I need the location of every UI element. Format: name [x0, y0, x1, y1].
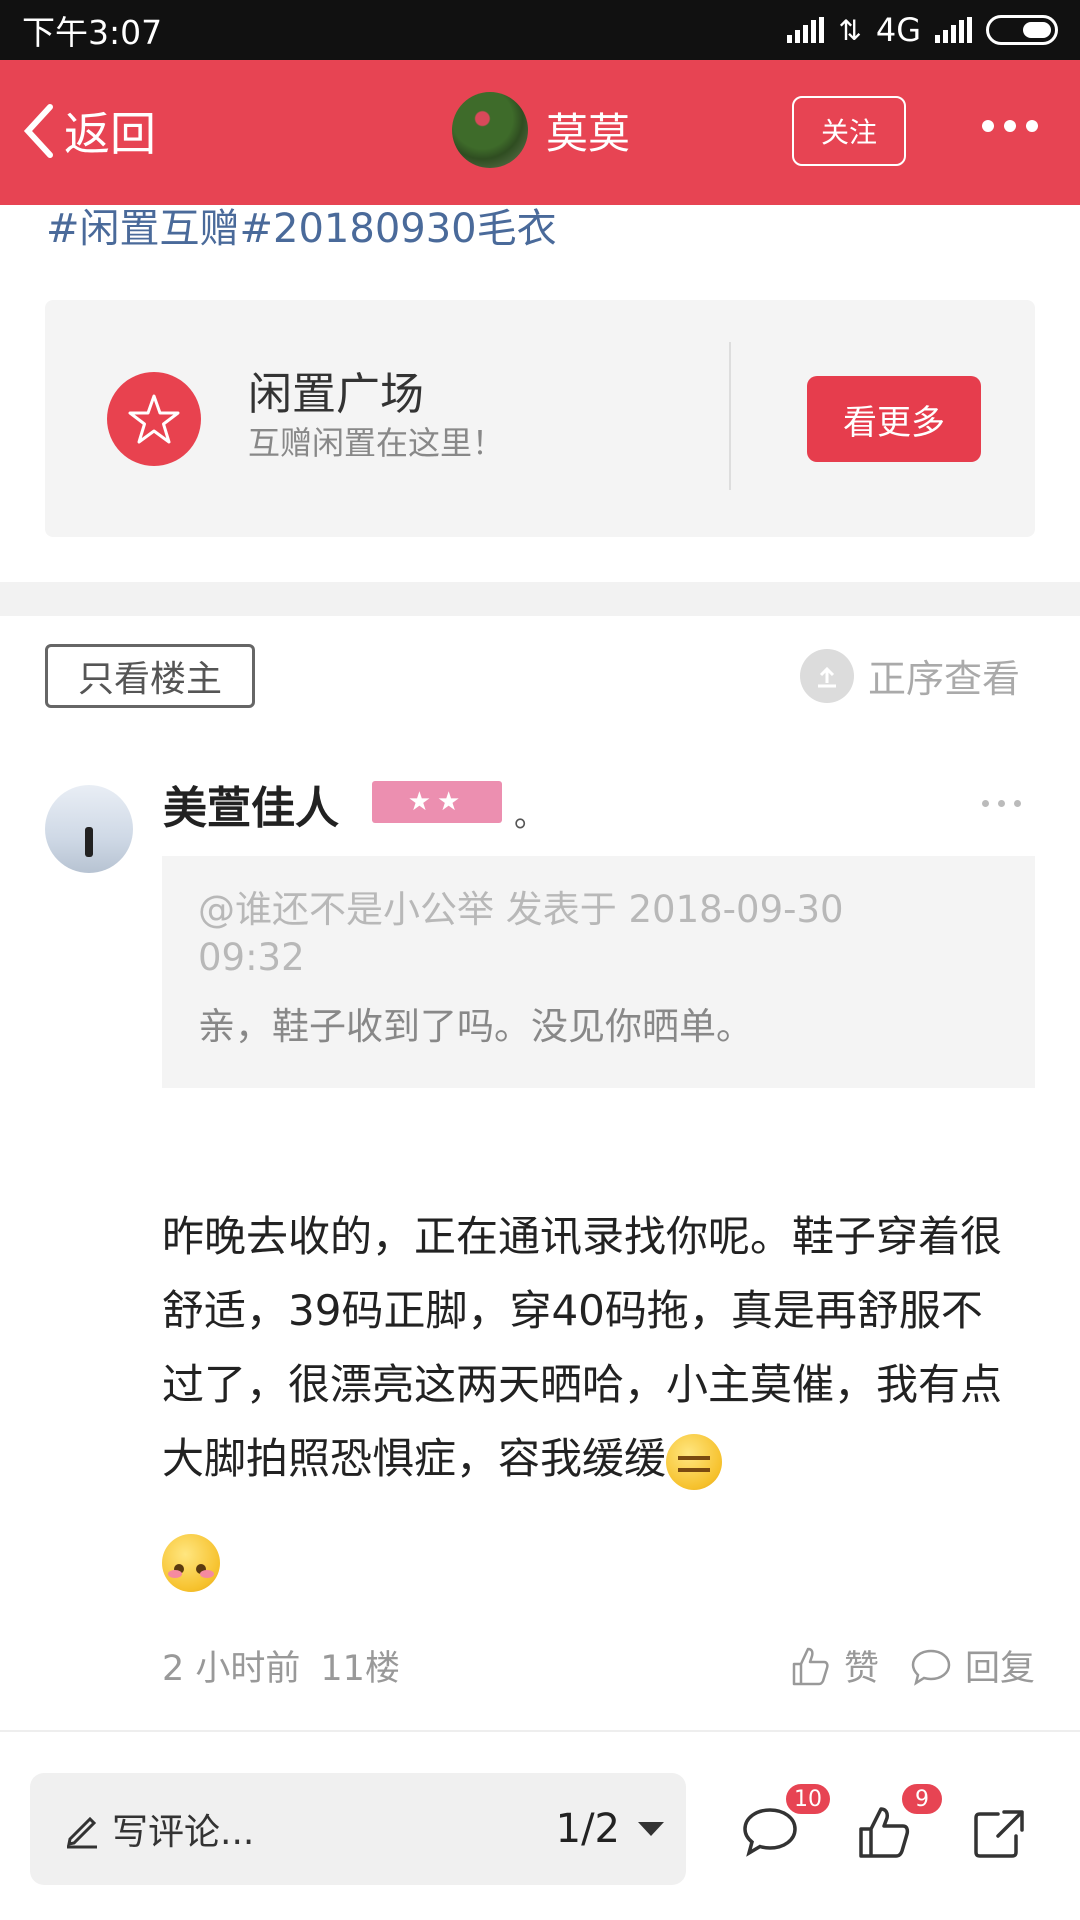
quote-meta: @谁还不是小公举 发表于 2018-09-30 09:32 [198, 888, 844, 979]
like-label: 赞 [843, 1649, 879, 1689]
write-comment-input[interactable]: 写评论... 1/2 [30, 1773, 686, 1885]
comment-text: 昨晚去收的，正在通讯录找你呢。鞋子穿着很舒适，39码正脚，穿40码拖，真是再舒服… [162, 1212, 1003, 1483]
status-time: 下午3:07 [22, 13, 163, 52]
like-button[interactable]: 赞 [788, 1640, 879, 1691]
sort-icon [800, 648, 854, 703]
caret-down-icon [638, 1822, 664, 1836]
top-nav-bar: 返回 莫莫 关注 [0, 60, 1080, 205]
header-user-name: 莫莫 [546, 108, 631, 158]
more-options-icon[interactable] [982, 120, 1038, 132]
share-icon[interactable] [968, 1802, 1028, 1862]
comment-avatar[interactable] [45, 785, 133, 873]
back-button[interactable]: 返回 [20, 98, 156, 164]
sort-order-label: 正序查看 [868, 657, 1021, 701]
comment-more-icon[interactable] [982, 800, 1021, 807]
comment-count-badge: 10 [784, 1782, 832, 1816]
signal-icon [787, 17, 825, 43]
star-icon [107, 372, 201, 466]
chat-bubble-icon [911, 1649, 951, 1686]
sort-order-toggle[interactable]: 正序查看 [800, 648, 1020, 703]
avatar [452, 92, 528, 168]
data-arrows-icon: ⇅ [838, 13, 862, 47]
divider [0, 1730, 1080, 1732]
network-type: 4G [875, 11, 921, 49]
reply-label: 回复 [964, 1649, 1035, 1689]
page-selector[interactable]: 1/2 [556, 1806, 664, 1852]
back-label: 返回 [64, 107, 156, 161]
bottom-bar: 写评论... 1/2 10 9 [0, 1748, 1080, 1920]
blush-emoji-icon [162, 1534, 220, 1592]
like-count-badge: 9 [900, 1782, 944, 1816]
quote-text: 亲，鞋子收到了吗。没见你晒单。 [198, 1005, 753, 1048]
status-bar: 下午3:07 ⇅ 4G [0, 0, 1080, 60]
follow-button[interactable]: 关注 [792, 96, 906, 166]
name-suffix: 。 [514, 796, 547, 834]
pencil-icon [67, 1816, 97, 1849]
thumbs-up-icon [792, 1647, 829, 1685]
chevron-left-icon [23, 104, 53, 158]
reply-button[interactable]: 回复 [909, 1640, 1035, 1691]
header-user[interactable]: 莫莫 [452, 92, 630, 168]
section-divider [0, 582, 1080, 616]
square-card[interactable]: 闲置广场 互赠闲置在这里！ 看更多 [45, 300, 1035, 537]
card-subtitle: 互赠闲置在这里！ [248, 424, 505, 462]
see-more-button[interactable]: 看更多 [807, 376, 981, 462]
comment-body: 昨晚去收的，正在通讯录找你呢。鞋子穿着很舒适，39码正脚，穿40码拖，真是再舒服… [162, 1200, 1012, 1496]
comment-floor: 11楼 [320, 1649, 400, 1689]
comment-author[interactable]: 美萱佳人 [163, 772, 339, 836]
cool-emoji-icon [666, 1433, 723, 1490]
comment-footer: 2 小时前 11楼 赞 回复 [162, 1640, 1035, 1691]
only-owner-button[interactable]: 只看楼主 [45, 644, 255, 708]
divider [729, 342, 731, 490]
quoted-reply: @谁还不是小公举 发表于 2018-09-30 09:32 亲，鞋子收到了吗。没… [162, 856, 1035, 1088]
write-comment-placeholder: 写评论... [112, 1812, 255, 1853]
page-indicator: 1/2 [555, 1806, 620, 1852]
topic-tag-link[interactable]: #闲置互赠#20180930毛衣 [46, 196, 557, 254]
battery-icon [986, 15, 1058, 45]
comment-time: 2 小时前 [162, 1649, 301, 1689]
level-badge: ★★ [372, 781, 502, 823]
card-title: 闲置广场 [248, 369, 424, 420]
signal-icon-2 [935, 17, 972, 43]
